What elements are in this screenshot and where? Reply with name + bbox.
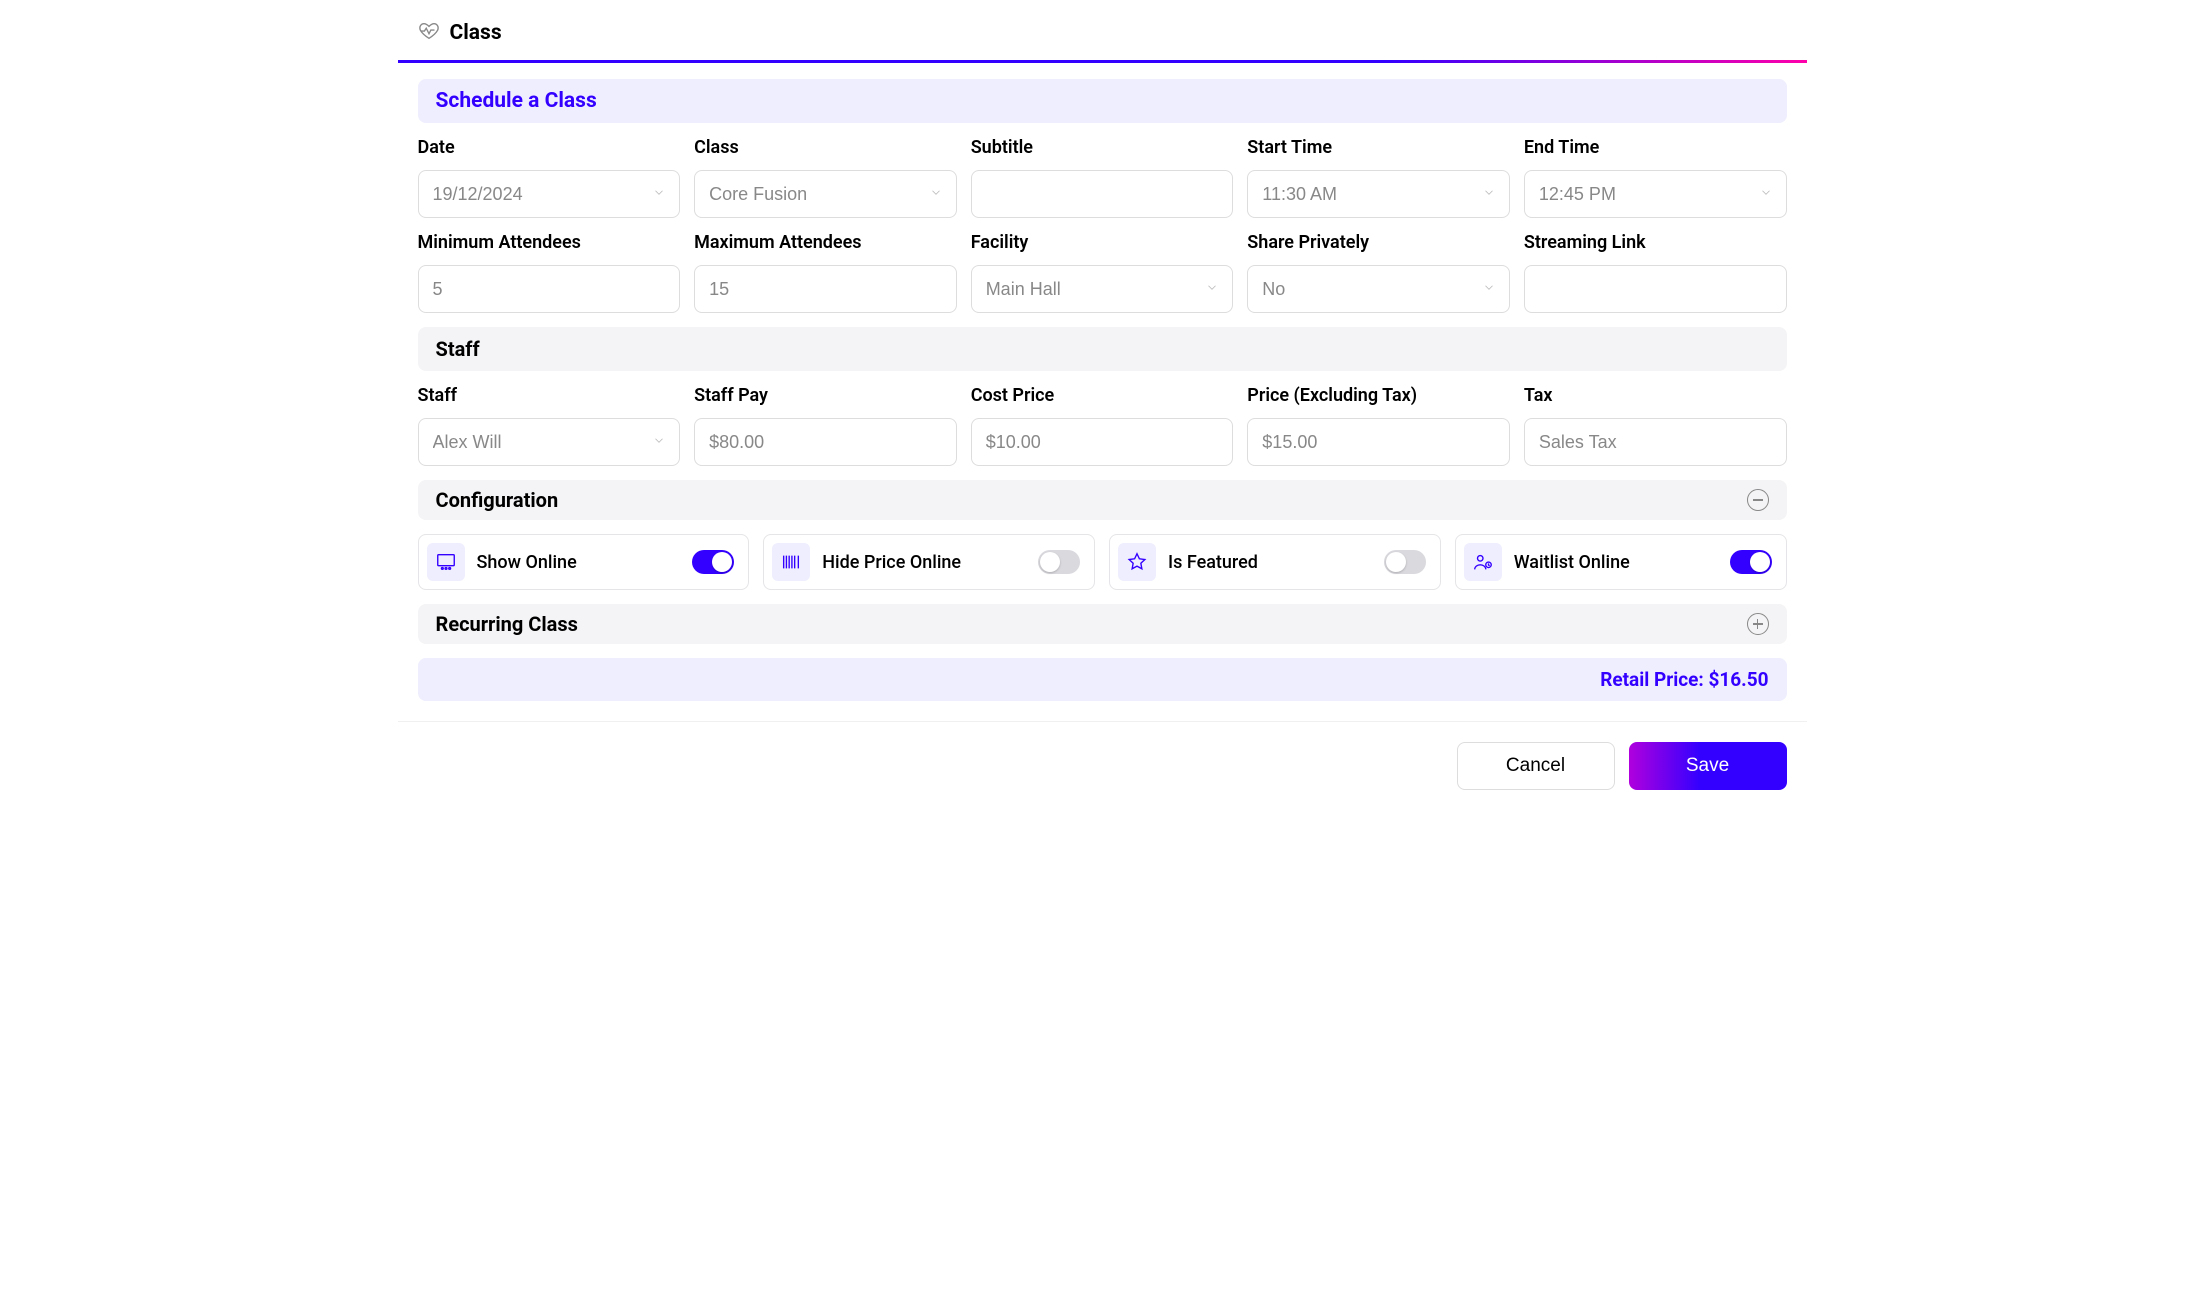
online-class-icon	[427, 543, 465, 581]
label-subtitle: Subtitle	[971, 137, 1234, 158]
label-date: Date	[418, 137, 681, 158]
page-header: Class	[398, 0, 1807, 60]
label-start-time: Start Time	[1247, 137, 1510, 158]
facility-select[interactable]	[971, 265, 1234, 313]
staff-pay-input[interactable]	[694, 418, 957, 466]
config-waitlist-online: Waitlist Online	[1455, 534, 1787, 590]
label-class: Class	[694, 137, 957, 158]
min-attendees-input[interactable]	[418, 265, 681, 313]
config-is-featured: Is Featured	[1109, 534, 1441, 590]
section-schedule-title: Schedule a Class	[418, 79, 1787, 123]
share-privately-select[interactable]	[1247, 265, 1510, 313]
page-title: Class	[450, 21, 502, 45]
toggle-show-online[interactable]	[692, 550, 734, 574]
end-time-select[interactable]	[1524, 170, 1787, 218]
label-share-privately: Share Privately	[1247, 232, 1510, 253]
cost-price-input[interactable]	[971, 418, 1234, 466]
save-button[interactable]: Save	[1629, 742, 1787, 790]
expand-recurring-button[interactable]	[1747, 613, 1769, 635]
barcode-icon	[772, 543, 810, 581]
staff-select[interactable]	[418, 418, 681, 466]
star-icon	[1118, 543, 1156, 581]
label-min-attendees: Minimum Attendees	[418, 232, 681, 253]
tax-input[interactable]	[1524, 418, 1787, 466]
label-staff: Staff	[418, 385, 681, 406]
toggle-hide-price[interactable]	[1038, 550, 1080, 574]
label-price-ex-tax: Price (Excluding Tax)	[1247, 385, 1510, 406]
section-config-label: Configuration	[436, 488, 559, 512]
toggle-is-featured[interactable]	[1384, 550, 1426, 574]
waitlist-icon	[1464, 543, 1502, 581]
section-config-title-row: Configuration	[418, 480, 1787, 520]
label-tax: Tax	[1524, 385, 1787, 406]
streaming-link-input[interactable]	[1524, 265, 1787, 313]
price-ex-tax-input[interactable]	[1247, 418, 1510, 466]
config-show-online: Show Online	[418, 534, 750, 590]
section-recurring-label: Recurring Class	[436, 612, 578, 636]
label-cost-price: Cost Price	[971, 385, 1234, 406]
config-hide-price: Hide Price Online	[763, 534, 1095, 590]
config-waitlist-label: Waitlist Online	[1514, 552, 1630, 573]
footer-actions: Cancel Save	[398, 721, 1807, 810]
label-staff-pay: Staff Pay	[694, 385, 957, 406]
heart-pulse-icon	[418, 20, 440, 46]
max-attendees-input[interactable]	[694, 265, 957, 313]
label-facility: Facility	[971, 232, 1234, 253]
section-staff-label: Staff	[436, 337, 480, 361]
collapse-config-button[interactable]	[1747, 489, 1769, 511]
subtitle-input[interactable]	[971, 170, 1234, 218]
retail-price-value: $16.50	[1708, 668, 1768, 691]
retail-price-label: Retail Price:	[1600, 668, 1704, 691]
date-select[interactable]	[418, 170, 681, 218]
toggle-waitlist-online[interactable]	[1730, 550, 1772, 574]
start-time-select[interactable]	[1247, 170, 1510, 218]
section-recurring-title-row: Recurring Class	[418, 604, 1787, 644]
config-show-online-label: Show Online	[477, 552, 577, 573]
section-staff-title: Staff	[418, 327, 1787, 371]
label-streaming-link: Streaming Link	[1524, 232, 1787, 253]
config-hide-price-label: Hide Price Online	[822, 552, 961, 573]
config-is-featured-label: Is Featured	[1168, 552, 1258, 573]
label-max-attendees: Maximum Attendees	[694, 232, 957, 253]
retail-price-bar: Retail Price: $16.50	[418, 658, 1787, 701]
label-end-time: End Time	[1524, 137, 1787, 158]
class-select[interactable]	[694, 170, 957, 218]
cancel-button[interactable]: Cancel	[1457, 742, 1615, 790]
